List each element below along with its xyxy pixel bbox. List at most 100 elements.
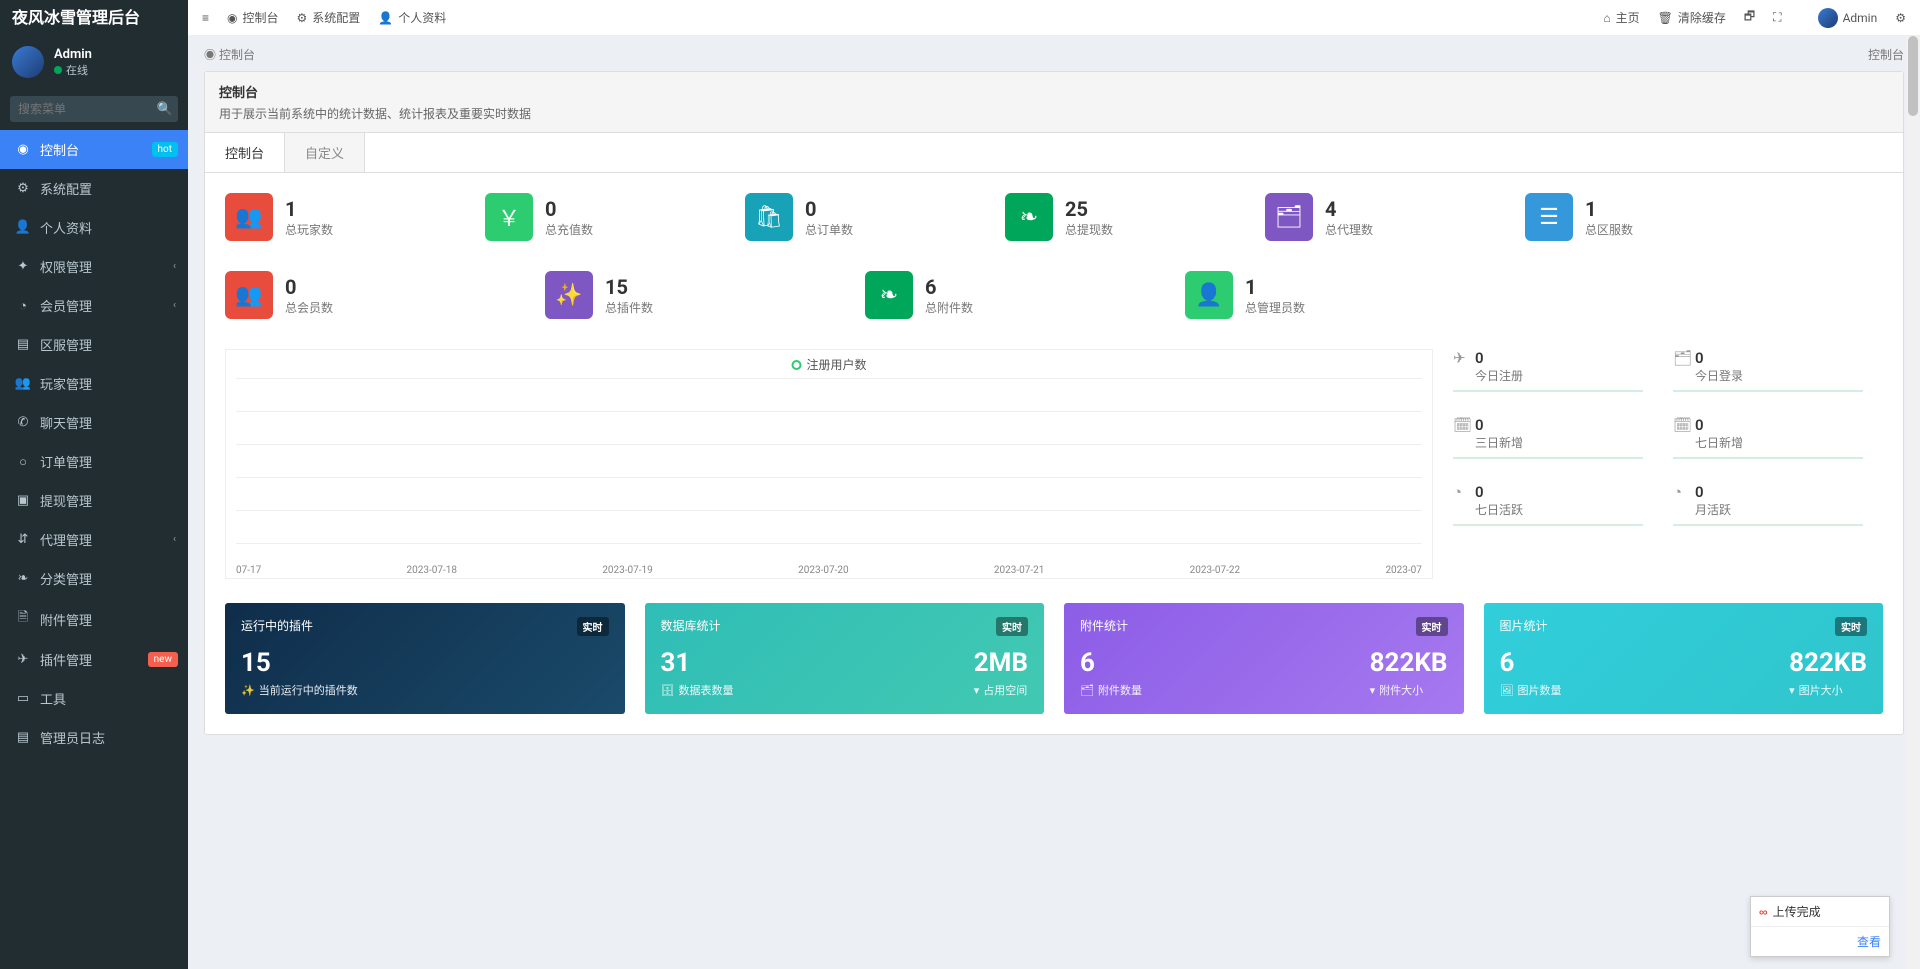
sidebar-item[interactable]: ⇵代理管理‹ (0, 520, 188, 559)
summary-card[interactable]: 附件统计实时6🗂附件数量822KB▾附件大小 (1064, 603, 1464, 714)
stat-box[interactable]: ✨15总插件数 (545, 271, 765, 319)
sidebar-item[interactable]: 👤个人资料 (0, 208, 188, 247)
topnav-icon: 👤 (378, 11, 393, 25)
topnav-action[interactable]: 🗑 清除缓存 (1658, 7, 1726, 28)
x-tick: 2023-07-19 (602, 565, 653, 576)
side-metrics: ✈0今日注册 🗂0今日登录 🗓0三日新增 🗓0七日新增 ◔0七日活跃 ◔0月活跃 (1453, 349, 1883, 579)
card-badge: 实时 (996, 617, 1028, 636)
menu-label: 工具 (40, 689, 66, 708)
sidebar-item[interactable]: ◔会员管理‹ (0, 286, 188, 325)
metric-value: 0 (1475, 349, 1523, 367)
menu-icon: ◔ (14, 298, 32, 314)
stat-icon: ❧ (865, 271, 913, 319)
summary-card[interactable]: 图片统计实时6🖼图片数量822KB▾图片大小 (1484, 603, 1884, 714)
tab-自定义[interactable]: 自定义 (285, 133, 365, 172)
topnav-action-icon: ⛶ (1773, 10, 1781, 25)
stat-box[interactable]: ☰1总区服数 (1525, 193, 1745, 241)
sidebar-item[interactable]: ⚙ 系统配置 (0, 169, 188, 208)
chevron-left-icon: ‹ (173, 261, 176, 272)
menu-icon: ❧ (14, 571, 32, 586)
dashboard-icon: ◉ (204, 48, 216, 62)
side-metric[interactable]: ◔0月活跃 (1673, 483, 1863, 526)
stat-label: 总会员数 (285, 299, 333, 316)
stat-box[interactable]: 👥1总玩家数 (225, 193, 445, 241)
topbar-user[interactable]: Admin (1818, 8, 1878, 28)
sidebar-item[interactable]: ▭工具 (0, 679, 188, 718)
side-metric[interactable]: 🗓0三日新增 (1453, 416, 1643, 459)
sidebar-item[interactable]: ◉控制台hot (0, 130, 188, 169)
summary-card[interactable]: 运行中的插件实时15✨当前运行中的插件数 (225, 603, 625, 714)
card-sublabel: 🖼图片数量 (1500, 682, 1562, 698)
stat-value: 1 (1585, 197, 1633, 221)
stat-value: 1 (1245, 275, 1305, 299)
sidebar-item[interactable]: ✦权限管理‹ (0, 247, 188, 286)
side-metric[interactable]: ✈0今日注册 (1453, 349, 1643, 392)
stat-value: 25 (1065, 197, 1113, 221)
stats-row-2: 👥0总会员数 ✨15总插件数 ❧6总附件数 👤1总管理员数 (225, 271, 1883, 319)
tab-控制台[interactable]: 控制台 (205, 133, 285, 172)
gear-icon[interactable]: ⚙ (1895, 11, 1906, 25)
card-title: 图片统计 (1500, 617, 1548, 636)
menu-badge: hot (152, 142, 178, 157)
upload-toast: ∞上传完成 查看 (1750, 896, 1890, 957)
summary-card[interactable]: 数据库统计实时31🗄数据表数量2MB▾占用空间 (645, 603, 1045, 714)
scrollbar[interactable] (1906, 36, 1920, 969)
menu-icon: ✈ (14, 652, 32, 667)
user-name: Admin (54, 47, 92, 62)
card-title: 运行中的插件 (241, 617, 313, 636)
topnav-action[interactable]: ⛶ (1773, 7, 1781, 28)
metric-label: 三日新增 (1475, 434, 1523, 451)
topnav-action[interactable]: 🗗 (1744, 7, 1755, 28)
breadcrumb: ◉ 控制台 控制台 (188, 36, 1920, 71)
menu-icon: ▣ (14, 493, 32, 508)
sidebar-item[interactable]: ▤区服管理 (0, 325, 188, 364)
menu-label: 会员管理 (40, 296, 92, 315)
menu-icon: 🗎 (14, 608, 32, 630)
side-metric[interactable]: ◔0七日活跃 (1453, 483, 1643, 526)
menu-icon: ⚙ (14, 181, 32, 196)
stat-box[interactable]: ❧6总附件数 (865, 271, 1085, 319)
sidebar-item[interactable]: ▣提现管理 (0, 481, 188, 520)
topnav-item[interactable]: ◉ 控制台 (227, 9, 279, 26)
metric-icon: ✈ (1453, 349, 1475, 367)
sidebar-menu: ◉控制台hot⚙系统配置👤个人资料✦权限管理‹◔会员管理‹▤区服管理👥玩家管理✆… (0, 130, 188, 757)
stat-box[interactable]: ￥0总充值数 (485, 193, 705, 241)
side-metric[interactable]: 🗂0今日登录 (1673, 349, 1863, 392)
side-metric[interactable]: 🗓0七日新增 (1673, 416, 1863, 459)
card-value-2: 2MB (974, 648, 1028, 678)
menu-label: 管理员日志 (40, 728, 105, 747)
stat-box[interactable]: 🗂4总代理数 (1265, 193, 1485, 241)
search-input[interactable] (10, 96, 152, 122)
card-value: 6 (1500, 648, 1562, 678)
stat-box[interactable]: 🛍0总订单数 (745, 193, 965, 241)
toast-view-link[interactable]: 查看 (1857, 935, 1881, 949)
tabs: 控制台自定义 (205, 133, 1903, 173)
topnav-item[interactable]: ⚙ 系统配置 (297, 9, 361, 26)
search-icon[interactable]: 🔍 (152, 96, 178, 122)
topnav-item[interactable]: 👤 个人资料 (378, 9, 446, 26)
sidebar-item[interactable]: ✈插件管理new (0, 640, 188, 679)
stat-box[interactable]: ❧25总提现数 (1005, 193, 1225, 241)
stat-label: 总管理员数 (1245, 299, 1305, 316)
stat-box[interactable]: 👤1总管理员数 (1185, 271, 1405, 319)
avatar[interactable] (12, 46, 44, 78)
sidebar-item[interactable]: ▤管理员日志 (0, 718, 188, 757)
sidebar-item[interactable]: ○订单管理 (0, 442, 188, 481)
brand-title[interactable]: 夜风冰雪管理后台 (0, 0, 188, 36)
metric-label: 七日活跃 (1475, 501, 1523, 518)
chart-registered-users[interactable]: 注册用户数 07-172023-07-182023-07-192023-07-2… (225, 349, 1433, 579)
topnav-action[interactable]: ⌂ 主页 (1603, 7, 1639, 28)
card-value: 15 (241, 648, 609, 678)
sidebar-item[interactable]: 👥玩家管理 (0, 364, 188, 403)
metric-label: 今日注册 (1475, 367, 1523, 384)
menu-label: 系统配置 (40, 179, 92, 198)
sidebar-item[interactable]: 🗎附件管理 (0, 598, 188, 640)
menu-label: 个人资料 (40, 218, 92, 237)
stat-box[interactable]: 👥0总会员数 (225, 271, 445, 319)
breadcrumb-left: 控制台 (219, 48, 255, 62)
menu-label: 权限管理 (40, 257, 92, 276)
menu-icon: ▤ (14, 337, 32, 352)
sidebar-item[interactable]: ❧分类管理 (0, 559, 188, 598)
sidebar-item[interactable]: ✆聊天管理 (0, 403, 188, 442)
hamburger-icon[interactable]: ≡ (202, 11, 209, 25)
